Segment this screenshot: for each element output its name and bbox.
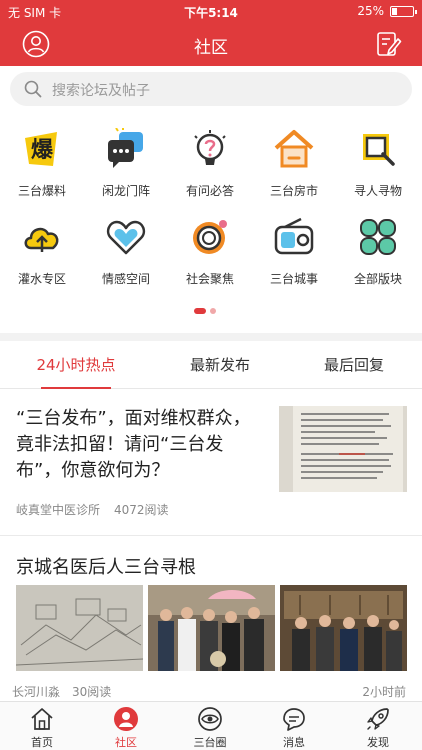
- message-icon: [283, 708, 305, 731]
- section-divider: [0, 333, 422, 341]
- category-shehui-jujiao[interactable]: 社会聚焦: [168, 206, 252, 292]
- circle-eye-icon: [198, 707, 222, 731]
- category-youwen-bida[interactable]: 有问必答: [168, 118, 252, 204]
- tabbar-circle[interactable]: 三台圈: [168, 702, 252, 750]
- category-label: 全部版块: [353, 272, 402, 286]
- clover-grid-icon: [360, 219, 396, 255]
- tabbar-label: 社区: [115, 736, 137, 749]
- article-thumbnail: [279, 406, 407, 492]
- article-item[interactable]: 京城名医后人三台寻根 长河川淼 30阅读 2小时前: [0, 537, 422, 701]
- page-dot: [210, 308, 216, 314]
- category-sanzai-baoliao[interactable]: 爆 三台爆料: [0, 118, 84, 204]
- article-author: 长河川淼: [12, 685, 61, 699]
- bottom-tab-bar: 首页 社区 三台圈 消息 发现: [0, 701, 422, 750]
- article-meta: 长河川淼 30阅读: [12, 683, 111, 700]
- tabbar-label: 发现: [367, 736, 389, 749]
- tabbar-label: 消息: [283, 736, 305, 749]
- article-time: 2小时前: [362, 685, 406, 699]
- category-label: 情感空间: [101, 272, 150, 286]
- battery-icon: [390, 6, 417, 17]
- community-icon: [114, 707, 138, 731]
- category-qinggan-kongjian[interactable]: 情感空间: [84, 206, 168, 292]
- page-title: 社区: [194, 38, 228, 58]
- category-label: 寻人寻物: [353, 184, 402, 198]
- category-guanshui-zhuanqu[interactable]: 灌水专区: [0, 206, 84, 292]
- category-label: 灌水专区: [17, 272, 66, 286]
- focus-ring-icon: [193, 220, 227, 254]
- rocket-icon: [367, 708, 389, 730]
- article-photos: [16, 585, 407, 671]
- category-label: 三台城事: [269, 272, 318, 286]
- chat-bubbles-icon: [108, 128, 143, 168]
- tabbar-label: 三台圈: [193, 736, 227, 749]
- lightbulb-icon: [194, 130, 226, 165]
- article-reads: 30阅读: [72, 685, 112, 699]
- tab-underline: [41, 387, 111, 389]
- svg-text:爆: 爆: [31, 138, 54, 163]
- tabbar-discover[interactable]: 发现: [336, 702, 420, 750]
- article-photo: [280, 585, 407, 671]
- category-grid: 爆 三台爆料 闲龙门阵 有问必答 三台房市 寻人寻物 灌水专区 情感空间 社会聚…: [0, 118, 422, 298]
- search-input[interactable]: 搜索论坛及帖子: [10, 72, 412, 106]
- radio-icon: [274, 217, 314, 255]
- category-label: 三台房市: [269, 184, 318, 198]
- tabbar-label: 首页: [31, 736, 53, 749]
- nav-bar: 社区: [0, 22, 422, 66]
- article-meta: 岐真堂中医诊所 4072阅读: [16, 501, 169, 518]
- category-label: 三台爆料: [17, 184, 66, 198]
- article-title: “三台发布”，面对维权群众，竟非法扣留！请问“三台发布”，你意欲何为？: [16, 408, 251, 481]
- battery-percent: 25%: [357, 4, 384, 18]
- cloud-upload-icon: [24, 227, 59, 252]
- category-xianlong-menzhen[interactable]: 闲龙门阵: [84, 118, 168, 204]
- article-reads: 4072阅读: [114, 503, 169, 517]
- category-label: 闲龙门阵: [101, 184, 150, 198]
- feed-tabs: 24小时热点 最新发布 最后回复: [0, 341, 422, 389]
- tabbar-messages[interactable]: 消息: [252, 702, 336, 750]
- search-placeholder: 搜索论坛及帖子: [52, 83, 150, 99]
- page-dot-active: [194, 308, 206, 314]
- category-sanzai-chengshi[interactable]: 三台城事: [252, 206, 336, 292]
- house-icon: [274, 130, 314, 168]
- category-sanzai-fangshi[interactable]: 三台房市: [252, 118, 336, 204]
- article-title: 京城名医后人三台寻根: [16, 557, 196, 578]
- tabbar-community[interactable]: 社区: [84, 702, 168, 750]
- article-item[interactable]: “三台发布”，面对维权群众，竟非法扣留！请问“三台发布”，你意欲何为？ 岐真堂中…: [0, 390, 422, 536]
- category-quanbu-bankuai[interactable]: 全部版块: [336, 206, 420, 292]
- article-photo: [148, 585, 275, 671]
- category-label: 有问必答: [185, 184, 234, 198]
- tab-last-reply[interactable]: 最后回复: [284, 341, 422, 389]
- search-square-icon: [363, 134, 395, 166]
- search-icon: [24, 80, 42, 98]
- tab-label: 最新发布: [189, 356, 250, 374]
- compose-icon[interactable]: [374, 30, 402, 58]
- tab-24h-hot[interactable]: 24小时热点: [6, 341, 146, 389]
- tab-label: 24小时热点: [36, 356, 116, 374]
- article-author: 岐真堂中医诊所: [16, 503, 101, 517]
- category-xunren-xunwu[interactable]: 寻人寻物: [336, 118, 420, 204]
- heart-icon: [106, 220, 146, 255]
- tab-latest[interactable]: 最新发布: [150, 341, 290, 389]
- home-icon: [31, 708, 53, 730]
- tabbar-home[interactable]: 首页: [0, 702, 84, 750]
- fire-news-icon: 爆: [25, 132, 57, 166]
- category-label: 社会聚焦: [185, 272, 234, 286]
- article-photo: [16, 585, 143, 671]
- tab-label: 最后回复: [323, 356, 384, 374]
- search-bar: 搜索论坛及帖子: [0, 66, 422, 114]
- status-bar: 无 SIM 卡 下午5:14 25%: [0, 0, 422, 22]
